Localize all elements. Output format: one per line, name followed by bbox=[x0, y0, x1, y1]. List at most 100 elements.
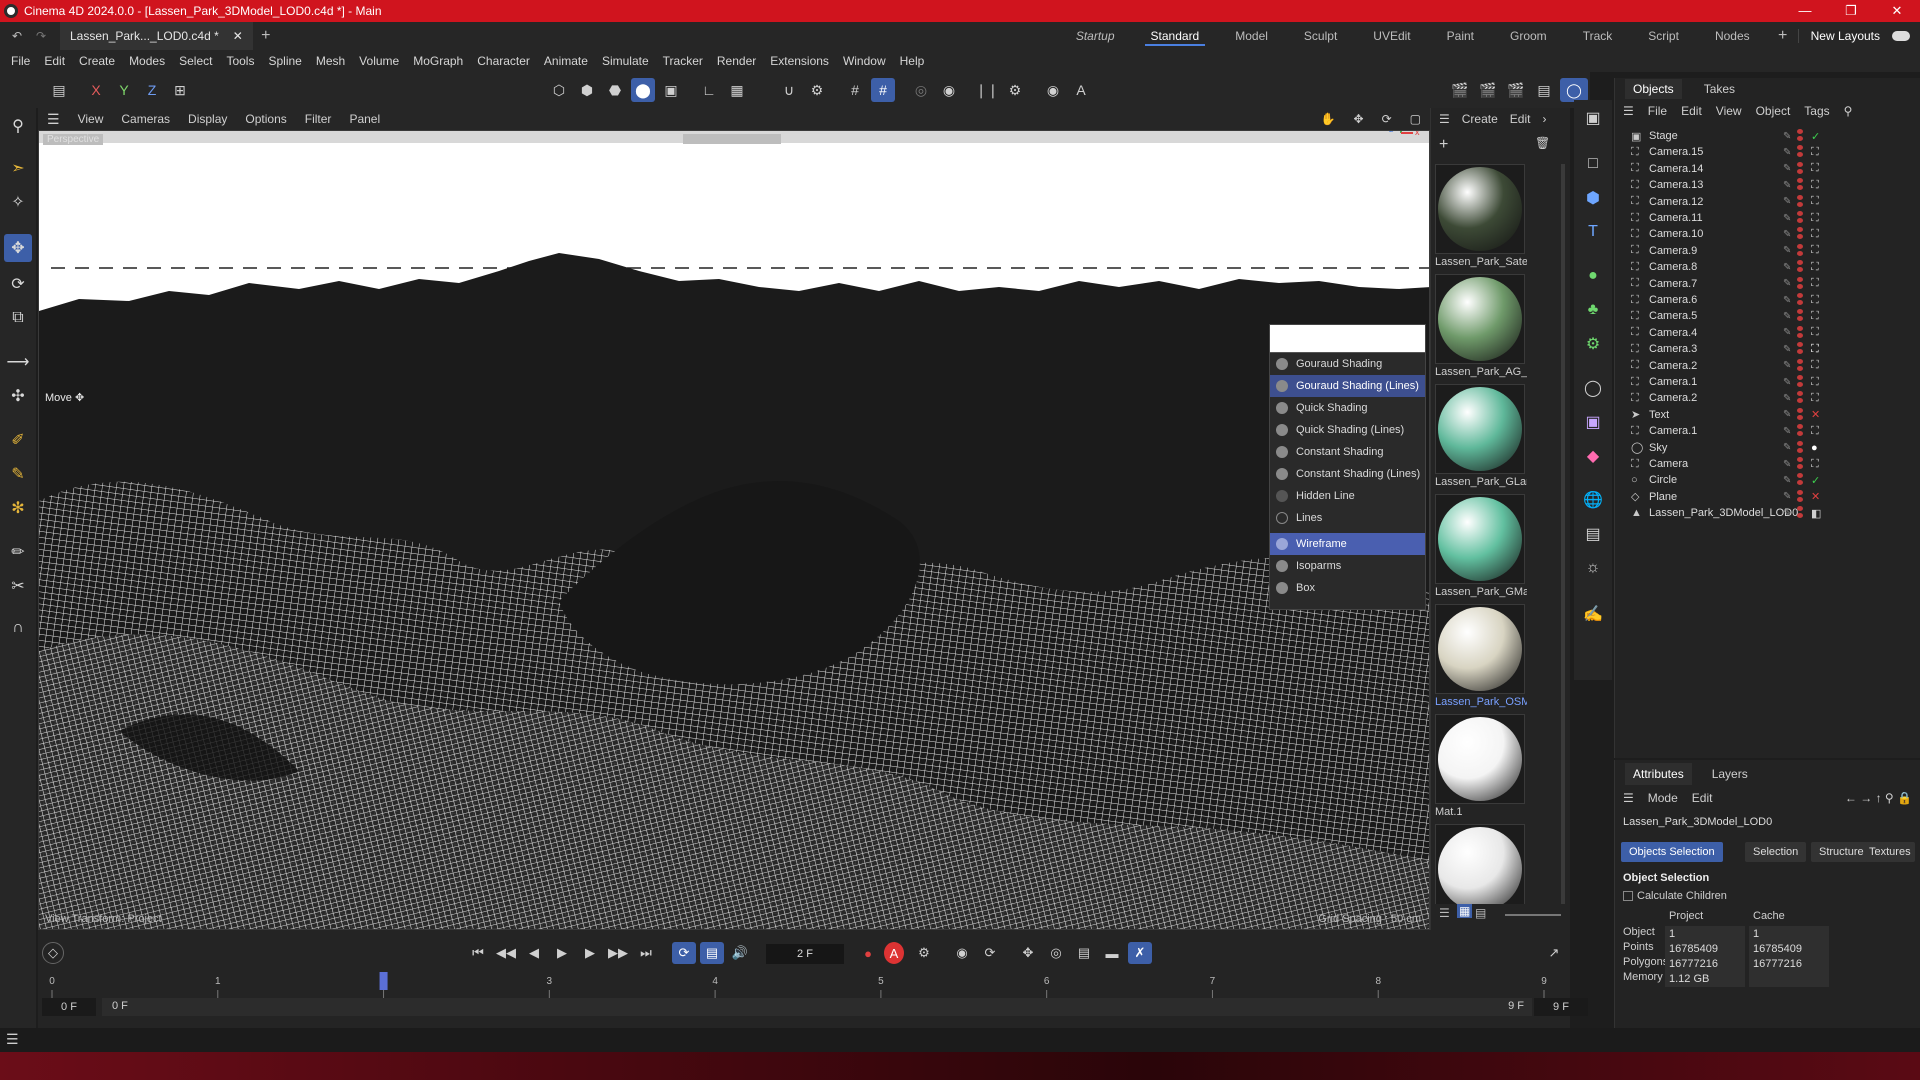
edit-lock-icon[interactable]: ✎ bbox=[1783, 459, 1791, 470]
next-frame-icon[interactable]: ▶ bbox=[578, 942, 602, 964]
tab-layers[interactable]: Layers bbox=[1712, 767, 1748, 781]
material-scrollbar[interactable] bbox=[1561, 164, 1565, 904]
edit-lock-icon[interactable]: ✎ bbox=[1783, 180, 1791, 191]
render-tag-icon[interactable]: ✍ bbox=[1579, 600, 1607, 628]
viewport-menu-icon[interactable]: ☰ bbox=[38, 111, 69, 128]
generator-icon[interactable]: ● bbox=[1579, 262, 1607, 290]
add-material-icon[interactable]: + bbox=[1439, 136, 1448, 154]
frame-ruler[interactable]: 0123456789 bbox=[48, 972, 1568, 998]
object-row[interactable]: ▲ Lassen_Park_3DModel_LOD0 ✎ ◧ bbox=[1615, 503, 1920, 523]
render-active-view-icon[interactable]: 🎬 bbox=[1476, 78, 1500, 102]
pla-key-icon[interactable]: ▤ bbox=[1072, 942, 1096, 964]
keyframe-selection-icon[interactable]: ⚙ bbox=[912, 942, 936, 964]
new-layouts-button[interactable]: New Layouts bbox=[1797, 29, 1892, 43]
visibility-dots[interactable] bbox=[1797, 375, 1805, 389]
text-object-icon[interactable]: T bbox=[1579, 218, 1607, 246]
axis-mode-icon[interactable]: ∟ bbox=[697, 78, 721, 102]
z-axis-toggle[interactable]: Z bbox=[140, 78, 164, 102]
visibility-dots[interactable] bbox=[1797, 440, 1805, 455]
commander-icon[interactable]: ▤ bbox=[46, 78, 72, 102]
object-tag-icon[interactable]: ⛶ bbox=[1811, 261, 1819, 274]
next-key-icon[interactable]: ▶▶ bbox=[606, 942, 630, 964]
objects-menu-tags[interactable]: Tags bbox=[1804, 104, 1829, 118]
visibility-dots[interactable] bbox=[1797, 506, 1805, 520]
interpolation-icon[interactable]: ✗ bbox=[1128, 942, 1152, 964]
visibility-dots[interactable] bbox=[1797, 407, 1805, 422]
record-icon[interactable]: ● bbox=[856, 942, 880, 964]
search-icon[interactable]: ⚲ bbox=[4, 112, 32, 140]
camera-dropdown[interactable] bbox=[683, 134, 781, 144]
structure-button[interactable]: Structure bbox=[1811, 842, 1872, 862]
visibility-dots[interactable] bbox=[1797, 194, 1805, 209]
visibility-dots[interactable] bbox=[1797, 276, 1805, 291]
edit-lock-icon[interactable]: ✎ bbox=[1783, 213, 1791, 224]
current-frame-field[interactable]: 2 F bbox=[766, 944, 844, 964]
shading-constant[interactable]: Constant Shading bbox=[1270, 441, 1425, 463]
snap-settings-icon[interactable]: ⚙ bbox=[805, 78, 829, 102]
range-end-field[interactable]: 9 F bbox=[1534, 998, 1588, 1016]
edit-lock-icon[interactable]: ✎ bbox=[1783, 245, 1791, 256]
object-tag-icon[interactable]: ✕ bbox=[1811, 408, 1820, 421]
object-tag-icon[interactable]: ⛶ bbox=[1811, 244, 1819, 257]
visibility-dots[interactable] bbox=[1797, 309, 1805, 323]
visibility-dots[interactable] bbox=[1797, 161, 1805, 176]
shading-quick[interactable]: Quick Shading bbox=[1270, 397, 1425, 419]
position-key-icon[interactable]: ◉ bbox=[950, 942, 974, 964]
soft-selection-icon[interactable]: ◎ bbox=[909, 78, 933, 102]
go-to-end-icon[interactable]: ⏭ bbox=[634, 942, 658, 964]
edit-lock-icon[interactable]: ✎ bbox=[1783, 409, 1791, 420]
select-tool-icon[interactable]: ➣ bbox=[4, 154, 32, 182]
layout-model[interactable]: Model bbox=[1217, 22, 1286, 50]
shading-box[interactable]: Box bbox=[1270, 577, 1425, 599]
maximize-view-icon[interactable]: ▢ bbox=[1401, 112, 1430, 126]
spline-pen-icon[interactable]: ✐ bbox=[4, 426, 32, 454]
edit-lock-icon[interactable]: ✎ bbox=[1783, 327, 1791, 338]
material-menu-create[interactable]: Create bbox=[1462, 112, 1498, 126]
camera-label[interactable]: Perspective bbox=[43, 134, 104, 145]
material-menu-icon[interactable]: ☰ bbox=[1439, 112, 1450, 126]
object-tag-icon[interactable]: ✓ bbox=[1811, 474, 1820, 487]
edit-lock-icon[interactable]: ✎ bbox=[1783, 196, 1791, 207]
object-tag-icon[interactable]: ⛶ bbox=[1811, 425, 1819, 438]
visibility-dots[interactable] bbox=[1797, 211, 1805, 225]
menu-render[interactable]: Render bbox=[710, 54, 763, 68]
objects-selection-button[interactable]: Objects Selection bbox=[1621, 842, 1723, 862]
object-tag-icon[interactable]: ⛶ bbox=[1811, 294, 1819, 307]
add-layout-icon[interactable]: + bbox=[1768, 27, 1798, 45]
layout-paint[interactable]: Paint bbox=[1429, 22, 1492, 50]
object-tag-icon[interactable]: ⛶ bbox=[1811, 179, 1819, 192]
grid-icon[interactable]: # bbox=[843, 78, 867, 102]
edit-lock-icon[interactable]: ✎ bbox=[1783, 278, 1791, 289]
go-to-start-icon[interactable]: ⏮ bbox=[466, 942, 490, 964]
shading-constant-lines[interactable]: Constant Shading (Lines) bbox=[1270, 463, 1425, 485]
thumbnail-size-slider[interactable] bbox=[1505, 914, 1561, 916]
move-view-icon[interactable]: ✥ bbox=[1345, 112, 1373, 126]
camera-object-icon[interactable]: ▣ bbox=[1579, 104, 1607, 132]
object-tag-icon[interactable]: ⛶ bbox=[1811, 162, 1819, 175]
material-item[interactable]: Lassen_Park_GMa bbox=[1435, 494, 1527, 598]
pan-icon[interactable]: ✋ bbox=[1312, 112, 1345, 126]
menu-tracker[interactable]: Tracker bbox=[656, 54, 710, 68]
edit-lock-icon[interactable]: ✎ bbox=[1783, 295, 1791, 306]
magnet-icon[interactable]: ∪ bbox=[777, 78, 801, 102]
objects-menu-edit[interactable]: Edit bbox=[1681, 104, 1702, 118]
edit-lock-icon[interactable]: ✎ bbox=[1783, 360, 1791, 371]
visibility-dots[interactable] bbox=[1797, 260, 1805, 274]
material-item[interactable]: Mat.1 bbox=[1435, 714, 1527, 818]
menu-edit[interactable]: Edit bbox=[37, 54, 72, 68]
param-key-icon[interactable]: ◎ bbox=[1044, 942, 1068, 964]
edit-lock-icon[interactable]: ✎ bbox=[1783, 131, 1791, 142]
viewport-menu-cameras[interactable]: Cameras bbox=[112, 112, 179, 126]
scale-key-icon[interactable]: ✥ bbox=[1016, 942, 1040, 964]
y-axis-toggle[interactable]: Y bbox=[112, 78, 136, 102]
object-tag-icon[interactable]: ✓ bbox=[1811, 130, 1820, 143]
viewport-menu-display[interactable]: Display bbox=[179, 112, 236, 126]
motion-clip-icon[interactable]: ▬ bbox=[1100, 942, 1124, 964]
menu-modes[interactable]: Modes bbox=[122, 54, 172, 68]
shading-wireframe[interactable]: Wireframe bbox=[1270, 533, 1425, 555]
texture-mode-icon[interactable]: ▦ bbox=[725, 78, 749, 102]
material-item[interactable]: Lassen_Park_AG_L bbox=[1435, 274, 1527, 378]
3d-viewport[interactable]: z x Perspective Move ✥ View Transform: P… bbox=[38, 130, 1430, 930]
large-view-icon[interactable]: ▤ bbox=[1475, 906, 1486, 920]
sound-icon[interactable]: 🔊 bbox=[728, 942, 752, 964]
